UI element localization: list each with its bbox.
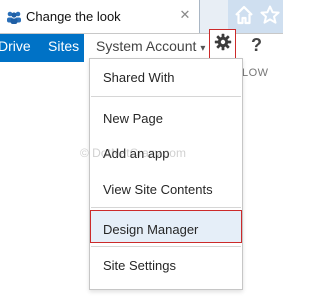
menu-item-design-manager[interactable]: Design Manager bbox=[91, 222, 241, 237]
menu-divider bbox=[91, 96, 241, 97]
close-tab-icon[interactable]: ✕ bbox=[178, 8, 192, 22]
menu-item-view-site-contents[interactable]: View Site Contents bbox=[91, 182, 241, 197]
menu-item-add-an-app[interactable]: Add an app bbox=[91, 146, 241, 161]
tab-title: Change the look bbox=[26, 9, 121, 24]
account-name: System Account bbox=[96, 38, 197, 54]
follow-link[interactable]: LOW bbox=[242, 67, 269, 79]
menu-item-shared-with[interactable]: Shared With bbox=[91, 70, 241, 85]
star-icon[interactable] bbox=[259, 4, 281, 26]
settings-dropdown-menu: Shared With New Page Add an app View Sit… bbox=[89, 58, 243, 290]
suite-link-sites[interactable]: Sites bbox=[48, 34, 79, 62]
menu-item-site-settings[interactable]: Site Settings bbox=[91, 258, 241, 273]
menu-divider bbox=[91, 207, 241, 208]
browser-tab[interactable]: Change the look ✕ bbox=[0, 0, 200, 33]
gear-icon bbox=[214, 33, 232, 56]
menu-divider bbox=[91, 246, 241, 247]
suite-link-onedrive[interactable]: Drive bbox=[0, 34, 31, 62]
suite-nav: Drive Sites bbox=[0, 34, 84, 62]
settings-gear-button[interactable] bbox=[209, 29, 236, 59]
help-button[interactable]: ? bbox=[251, 34, 262, 58]
chevron-down-icon: ▾ bbox=[200, 43, 206, 54]
home-icon[interactable] bbox=[233, 4, 255, 26]
menu-item-new-page[interactable]: New Page bbox=[91, 111, 241, 126]
browser-tab-bar: Change the look ✕ bbox=[0, 0, 283, 33]
sharepoint-people-icon bbox=[6, 10, 22, 24]
